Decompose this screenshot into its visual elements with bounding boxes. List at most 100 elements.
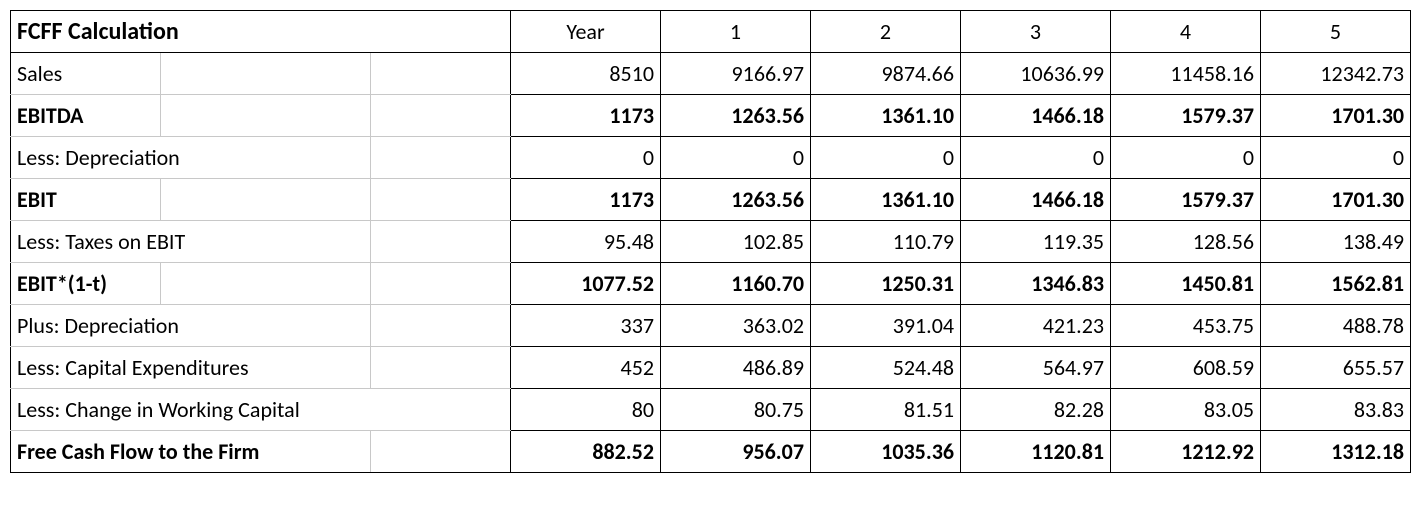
row-label: Free Cash Flow to the Firm	[11, 431, 371, 473]
col-header: 5	[1261, 11, 1411, 53]
data-cell: 655.57	[1261, 347, 1411, 389]
data-cell: 1466.18	[961, 95, 1111, 137]
data-cell: 1263.56	[661, 179, 811, 221]
data-cell: 1173	[511, 179, 661, 221]
data-cell: 82.28	[961, 389, 1111, 431]
label-gap	[371, 221, 511, 263]
label-gap	[161, 53, 371, 95]
table-title: FCFF Calculation	[11, 11, 161, 53]
data-cell: 453.75	[1111, 305, 1261, 347]
data-cell: 337	[511, 305, 661, 347]
row-label: Sales	[11, 53, 161, 95]
label-gap	[371, 431, 511, 473]
data-cell: 81.51	[811, 389, 961, 431]
data-cell: 1701.30	[1261, 179, 1411, 221]
table-row: Plus: Depreciation337363.02391.04421.234…	[11, 305, 1411, 347]
data-cell: 0	[1111, 137, 1261, 179]
table-row: EBIT*(1-t) 1077.521160.701250.311346.8314…	[11, 263, 1411, 305]
data-cell: 608.59	[1111, 347, 1261, 389]
data-cell: 1450.81	[1111, 263, 1261, 305]
table-row: EBITDA 11731263.561361.101466.181579.3717…	[11, 95, 1411, 137]
label-gap	[371, 263, 511, 305]
data-cell: 1160.70	[661, 263, 811, 305]
data-cell: 1077.52	[511, 263, 661, 305]
table-row: Less: Depreciation000000	[11, 137, 1411, 179]
col-header: 1	[661, 11, 811, 53]
label-gap	[371, 137, 511, 179]
data-cell: 0	[1261, 137, 1411, 179]
data-cell: 12342.73	[1261, 53, 1411, 95]
data-cell: 0	[961, 137, 1111, 179]
label-gap	[371, 53, 511, 95]
table-row: EBIT 11731263.561361.101466.181579.371701…	[11, 179, 1411, 221]
data-cell: 391.04	[811, 305, 961, 347]
data-cell: 95.48	[511, 221, 661, 263]
data-cell: 0	[811, 137, 961, 179]
data-cell: 1701.30	[1261, 95, 1411, 137]
data-cell: 882.52	[511, 431, 661, 473]
table-row: Less: Capital Expenditures452486.89524.4…	[11, 347, 1411, 389]
data-cell: 83.83	[1261, 389, 1411, 431]
data-cell: 1466.18	[961, 179, 1111, 221]
row-label: EBIT	[11, 179, 161, 221]
label-gap	[161, 179, 371, 221]
data-cell: 1250.31	[811, 263, 961, 305]
label-gap	[371, 347, 511, 389]
col-header: 4	[1111, 11, 1261, 53]
col-header: 2	[811, 11, 961, 53]
table-row: Free Cash Flow to the Firm 882.52956.0710…	[11, 431, 1411, 473]
data-cell: 1346.83	[961, 263, 1111, 305]
data-cell: 9166.97	[661, 53, 811, 95]
col-header: 3	[961, 11, 1111, 53]
data-cell: 138.49	[1261, 221, 1411, 263]
col-header: Year	[511, 11, 661, 53]
data-cell: 1312.18	[1261, 431, 1411, 473]
data-cell: 1361.10	[811, 95, 961, 137]
data-cell: 1579.37	[1111, 179, 1261, 221]
data-cell: 80.75	[661, 389, 811, 431]
header-gap	[161, 11, 371, 53]
data-cell: 1212.92	[1111, 431, 1261, 473]
data-cell: 11458.16	[1111, 53, 1261, 95]
spreadsheet-region: FCFF Calculation Year 1 2 3 4 5 Sales 851…	[0, 0, 1416, 512]
table-row: Less: Change in Working Capital8080.7581…	[11, 389, 1411, 431]
data-cell: 452	[511, 347, 661, 389]
data-cell: 1361.10	[811, 179, 961, 221]
data-cell: 488.78	[1261, 305, 1411, 347]
data-cell: 110.79	[811, 221, 961, 263]
data-cell: 1263.56	[661, 95, 811, 137]
row-label: EBIT*(1-t)	[11, 263, 161, 305]
data-cell: 8510	[511, 53, 661, 95]
row-label: EBITDA	[11, 95, 161, 137]
data-cell: 956.07	[661, 431, 811, 473]
label-gap	[161, 95, 371, 137]
data-cell: 119.35	[961, 221, 1111, 263]
table-row: Sales 85109166.979874.6610636.9911458.161…	[11, 53, 1411, 95]
data-cell: 1120.81	[961, 431, 1111, 473]
data-cell: 83.05	[1111, 389, 1261, 431]
data-cell: 0	[661, 137, 811, 179]
data-cell: 1579.37	[1111, 95, 1261, 137]
label-gap	[371, 95, 511, 137]
data-cell: 1562.81	[1261, 263, 1411, 305]
data-cell: 9874.66	[811, 53, 961, 95]
data-cell: 80	[511, 389, 661, 431]
data-cell: 0	[511, 137, 661, 179]
data-cell: 1035.36	[811, 431, 961, 473]
data-cell: 10636.99	[961, 53, 1111, 95]
data-cell: 363.02	[661, 305, 811, 347]
row-label: Less: Change in Working Capital	[11, 389, 511, 431]
label-gap	[161, 263, 371, 305]
row-label: Less: Taxes on EBIT	[11, 221, 371, 263]
fcff-table: FCFF Calculation Year 1 2 3 4 5 Sales 851…	[10, 10, 1411, 473]
table-row: Less: Taxes on EBIT 95.48102.85110.79119.…	[11, 221, 1411, 263]
label-gap	[371, 179, 511, 221]
data-cell: 564.97	[961, 347, 1111, 389]
row-label: Plus: Depreciation	[11, 305, 371, 347]
header-gap	[371, 11, 511, 53]
row-label: Less: Capital Expenditures	[11, 347, 371, 389]
data-cell: 128.56	[1111, 221, 1261, 263]
data-cell: 486.89	[661, 347, 811, 389]
data-cell: 102.85	[661, 221, 811, 263]
data-cell: 1173	[511, 95, 661, 137]
